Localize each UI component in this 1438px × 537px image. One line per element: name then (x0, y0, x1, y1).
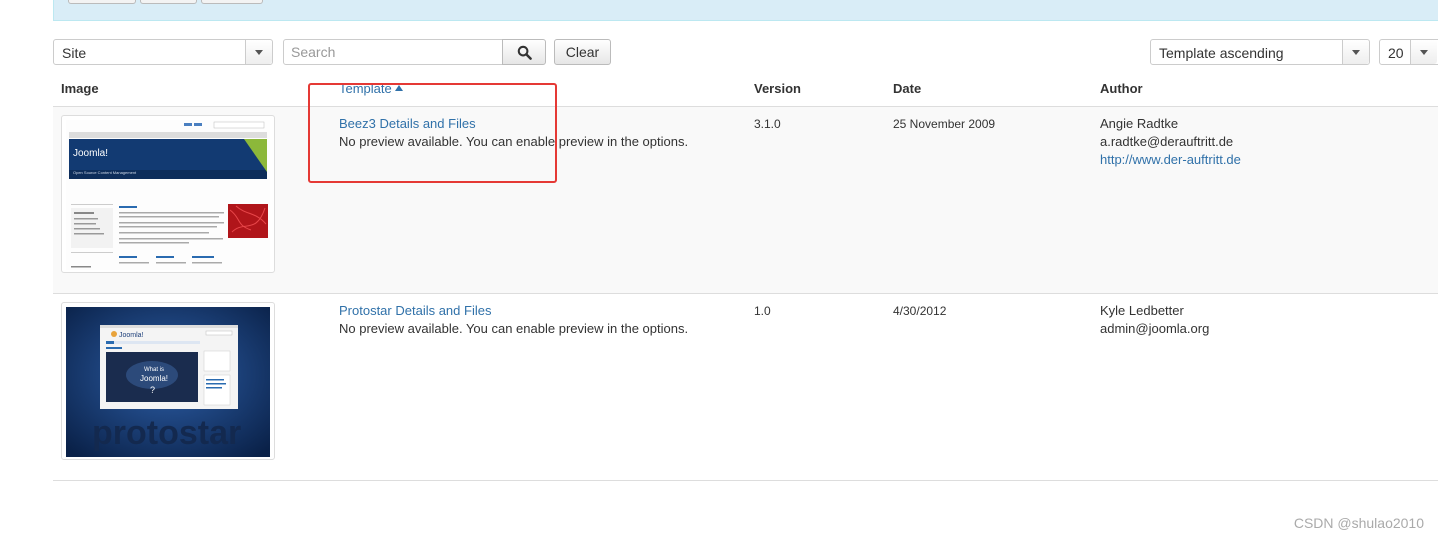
author-name: Kyle Ledbetter (1100, 303, 1184, 318)
limit-select[interactable]: 20 (1379, 39, 1438, 65)
toolbar-button-stub[interactable] (140, 0, 197, 4)
ordering-select[interactable]: Template ascending (1150, 39, 1370, 65)
template-details-link[interactable]: Protostar Details and Files (339, 303, 491, 318)
svg-text:What is: What is (144, 367, 164, 373)
limit-select-value: 20 (1388, 45, 1404, 61)
date-cell: 25 November 2009 (893, 117, 996, 131)
header-author: Author (1100, 81, 1143, 96)
toolbar-button-stub[interactable] (201, 0, 263, 4)
author-url-link[interactable]: http://www.der-auftritt.de (1100, 152, 1241, 167)
svg-text:?: ? (150, 385, 155, 395)
search-input[interactable] (283, 39, 503, 65)
table-row: Joomla! Open Source Content Management B… (53, 107, 1438, 294)
svg-text:Joomla!: Joomla! (140, 374, 168, 383)
author-name: Angie Radtke (1100, 116, 1179, 131)
header-date: Date (893, 81, 922, 96)
header-image: Image (61, 81, 99, 96)
client-select[interactable]: Site (53, 39, 273, 65)
preview-note: No preview available. You can enable pre… (339, 321, 689, 336)
thumb-brand-text: Joomla! (73, 148, 108, 159)
highlight-annotation-box (308, 83, 557, 183)
client-select-value: Site (62, 45, 87, 61)
thumb-bigword-text: protostar (92, 414, 241, 452)
notice-strip (53, 0, 1438, 21)
table-row: Joomla! What is Joomla! ? protostar Prot… (53, 294, 1438, 481)
version-cell: 1.0 (754, 304, 771, 318)
chevron-down-icon (1342, 40, 1369, 64)
chevron-down-icon (245, 40, 272, 64)
search-icon (517, 45, 532, 60)
ordering-select-value: Template ascending (1159, 45, 1284, 61)
thumb-subtitle-text: Open Source Content Management (73, 170, 137, 175)
version-cell: 3.1.0 (754, 117, 781, 131)
author-email: admin@joomla.org (1100, 321, 1210, 336)
template-thumbnail-protostar[interactable]: Joomla! What is Joomla! ? protostar (61, 302, 275, 460)
author-email: a.radtke@derauftritt.de (1100, 134, 1234, 149)
table-header: Image Template Version Date Author (53, 74, 1438, 107)
search-button[interactable] (502, 39, 546, 65)
date-cell: 4/30/2012 (893, 304, 947, 318)
template-thumbnail-beez3[interactable]: Joomla! Open Source Content Management (61, 115, 275, 273)
watermark: CSDN @shulao2010 (1293, 515, 1424, 531)
beez3-preview-image: Joomla! Open Source Content Management (66, 120, 270, 270)
protostar-preview-image: Joomla! What is Joomla! ? protostar (66, 307, 270, 457)
clear-button[interactable]: Clear (554, 39, 611, 65)
chevron-down-icon (1410, 40, 1437, 64)
toolbar-button-stub[interactable] (68, 0, 136, 4)
thumb-brand-text: Joomla! (119, 332, 144, 339)
header-version: Version (754, 81, 801, 96)
